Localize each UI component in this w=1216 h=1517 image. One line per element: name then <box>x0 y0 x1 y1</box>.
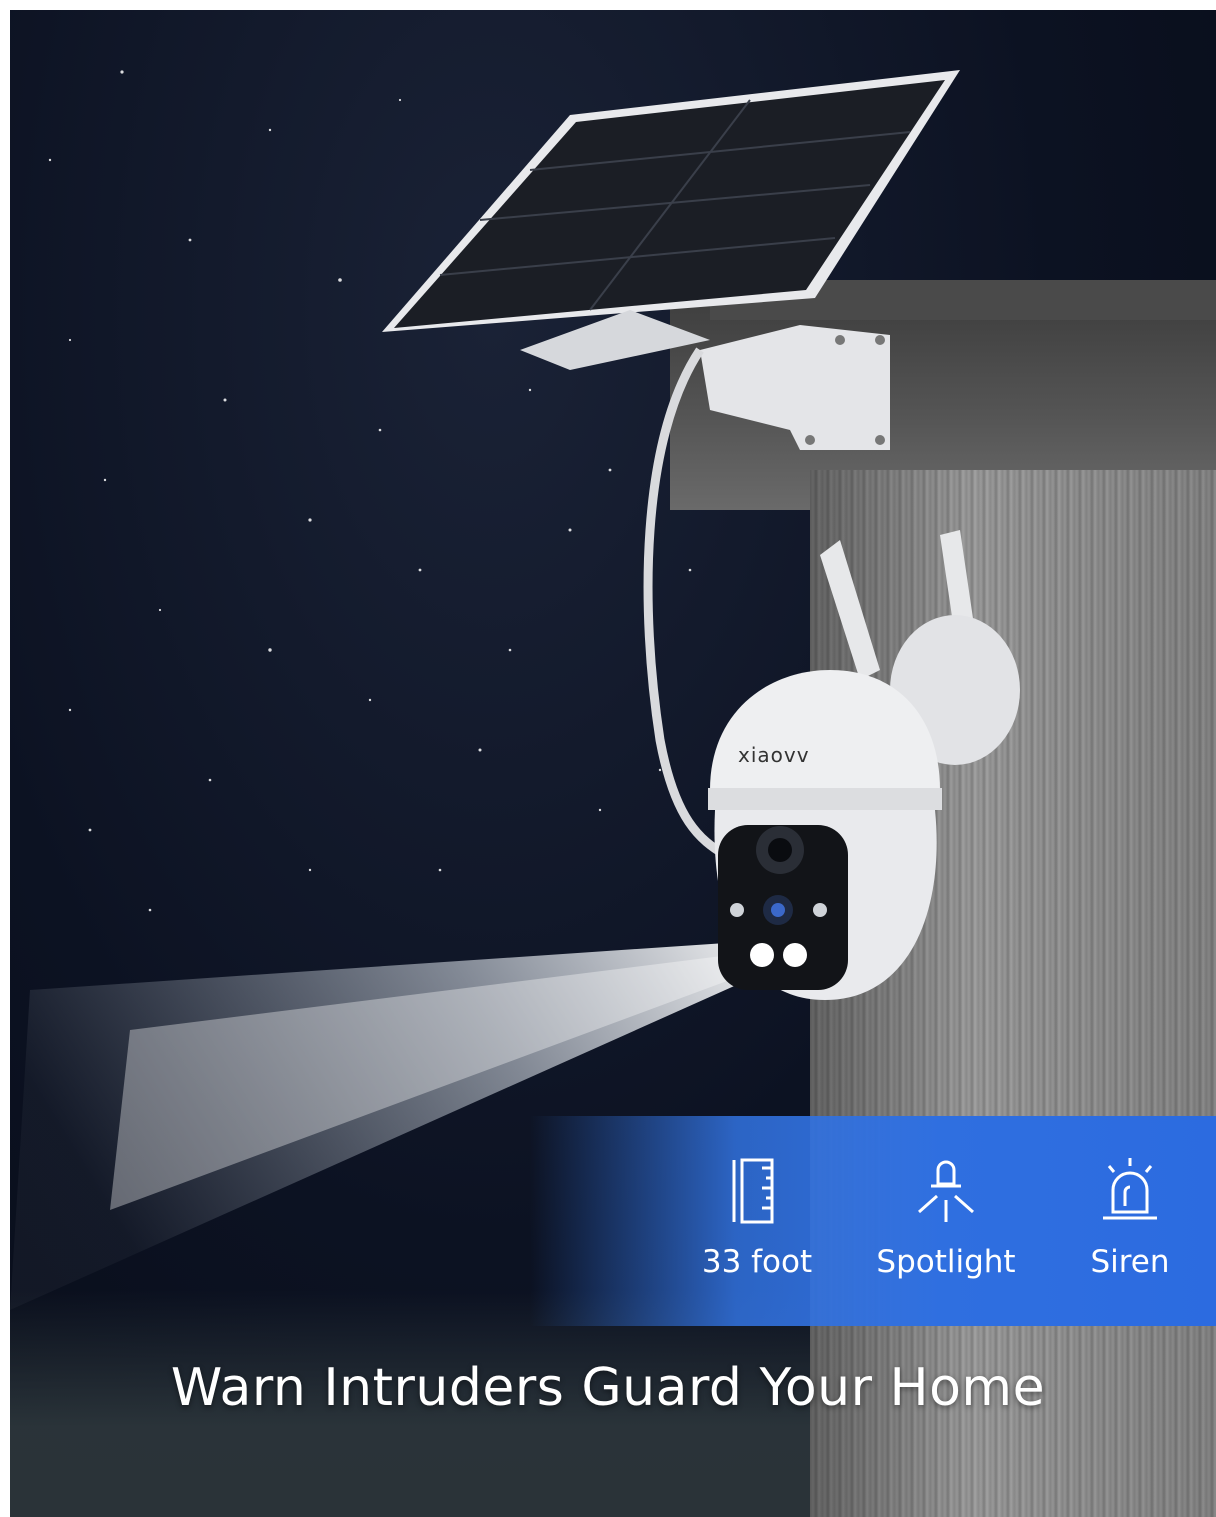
camera-brand-logo: xiaovv <box>738 743 810 767</box>
feature-spotlight-label: Spotlight <box>876 1244 1016 1280</box>
feature-range-label: 33 foot <box>701 1244 813 1280</box>
headline: Warn Intruders Guard Your Home <box>170 1358 1046 1418</box>
ruler-icon <box>732 1158 774 1224</box>
solar-panel <box>382 70 960 370</box>
feature-spotlight: Spotlight <box>846 1116 1046 1326</box>
feature-siren: Siren <box>1030 1116 1216 1326</box>
spotlight-icon <box>918 1160 974 1222</box>
features-panel: 33 foot Spotlight Siren <box>530 1116 1216 1326</box>
panel-bracket <box>700 325 890 450</box>
siren-icon <box>1103 1158 1157 1220</box>
camera: xiaovv <box>708 670 942 1000</box>
feature-siren-label: Siren <box>1090 1244 1170 1280</box>
feature-range: 33 foot <box>657 1116 857 1326</box>
product-photo: xiaovv 33 foot Spotlight Siren <box>10 10 1216 1517</box>
